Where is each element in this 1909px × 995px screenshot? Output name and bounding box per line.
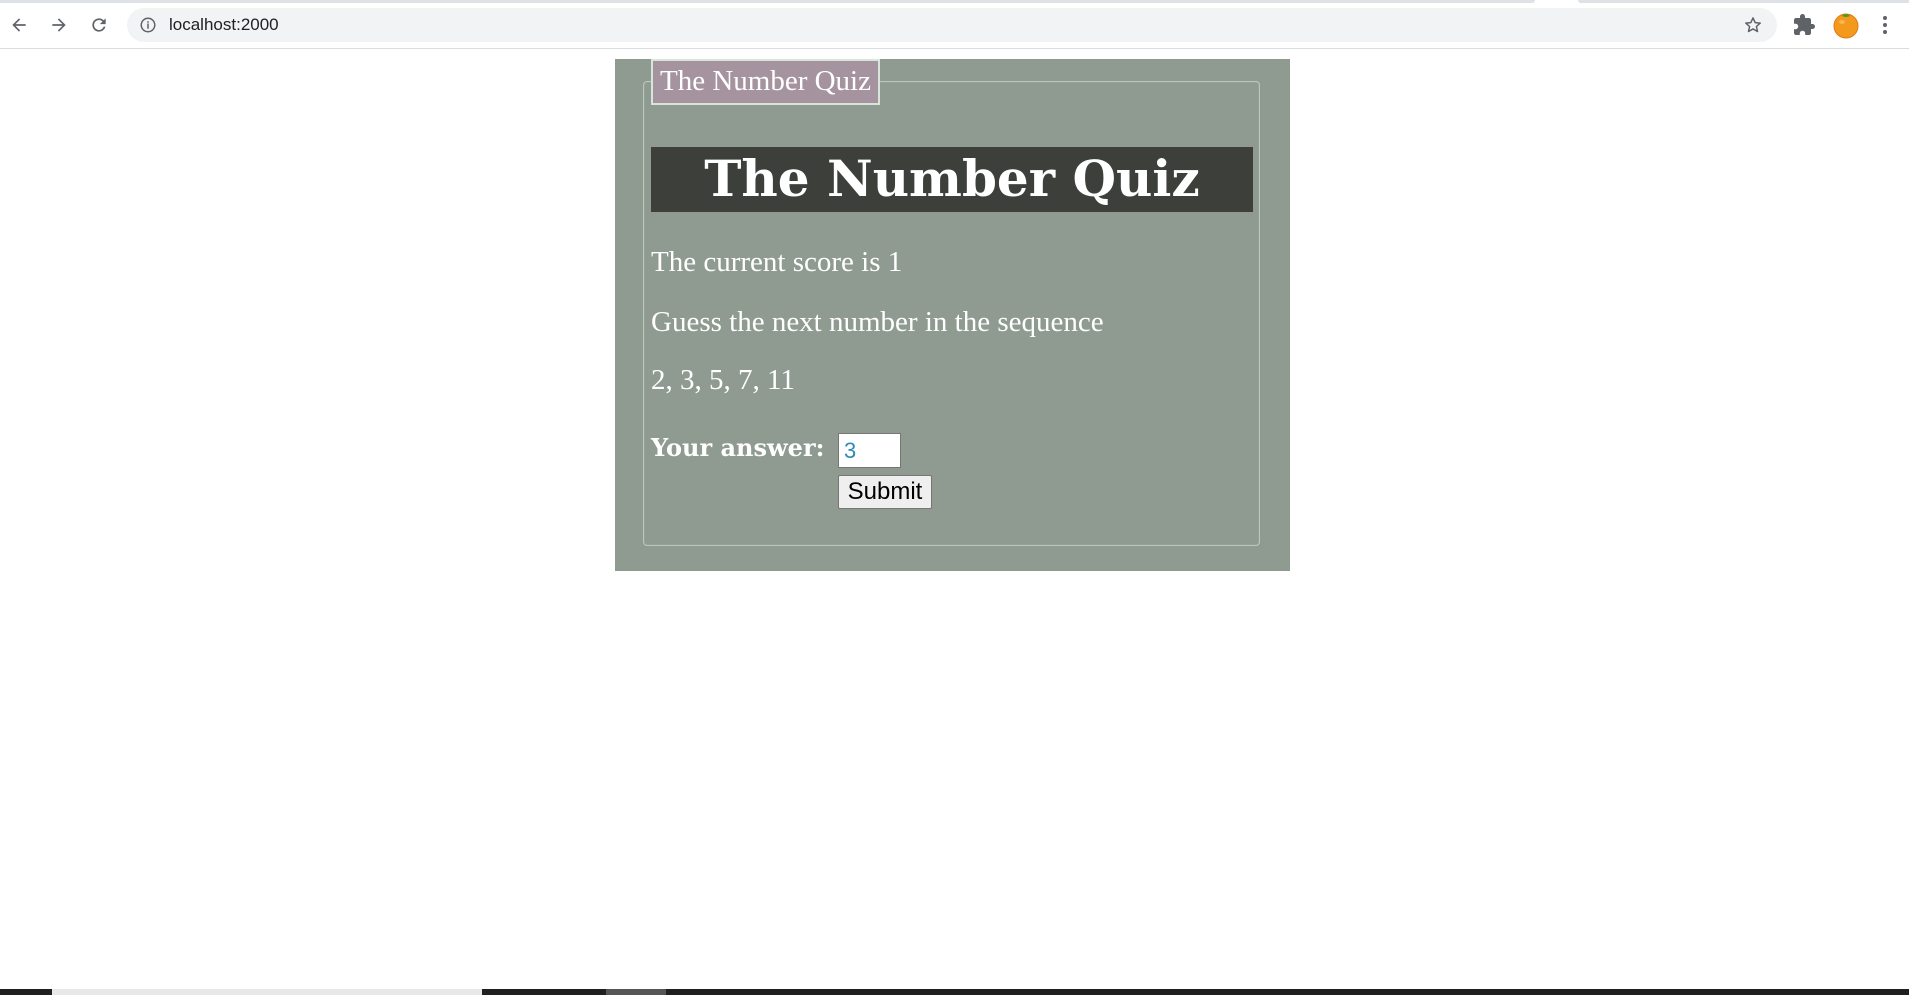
tab-strip-edge xyxy=(0,0,1535,3)
address-bar[interactable]: localhost:2000 xyxy=(127,8,1777,42)
page-title: The Number Quiz xyxy=(651,147,1253,212)
back-button[interactable] xyxy=(4,10,34,40)
profile-avatar[interactable] xyxy=(1832,11,1860,39)
puzzle-piece-icon[interactable] xyxy=(1792,13,1816,37)
score-text: The current score is 1 xyxy=(651,246,903,278)
url-text[interactable]: localhost:2000 xyxy=(169,15,279,35)
info-icon[interactable] xyxy=(139,16,157,34)
taskbar-segment xyxy=(52,989,482,995)
arrow-left-icon xyxy=(12,18,26,32)
browser-toolbar: localhost:2000 xyxy=(0,0,1909,49)
fieldset-legend: The Number Quiz xyxy=(651,59,880,105)
reload-button[interactable] xyxy=(84,10,114,40)
taskbar-strip xyxy=(0,989,1909,995)
question-prompt: Guess the next number in the sequence xyxy=(651,306,1104,338)
taskbar-segment xyxy=(606,989,666,995)
star-icon[interactable] xyxy=(1743,15,1763,35)
number-sequence: 2, 3, 5, 7, 11 xyxy=(651,364,795,396)
arrow-right-icon xyxy=(52,18,66,32)
forward-button[interactable] xyxy=(44,10,74,40)
reload-icon xyxy=(92,18,106,32)
kebab-menu-icon[interactable] xyxy=(1874,13,1896,37)
quiz-container: The Number Quiz The Number Quiz The curr… xyxy=(615,59,1290,571)
submit-button[interactable]: Submit xyxy=(838,475,932,509)
tab-strip-edge-right xyxy=(1578,0,1909,3)
answer-input[interactable] xyxy=(838,433,901,468)
answer-label: Your answer: xyxy=(651,433,825,462)
